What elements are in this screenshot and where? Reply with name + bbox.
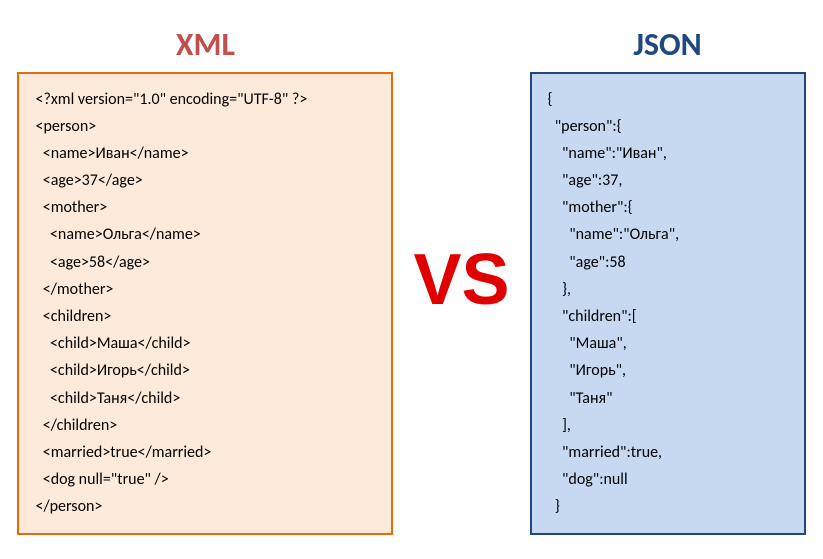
code-line: "married":true, (548, 439, 788, 466)
code-line: "age":37, (548, 167, 788, 194)
code-line: "name":"Иван", (548, 140, 788, 167)
code-line: <?xml version="1.0" encoding="UTF-8" ?> (35, 86, 375, 113)
code-line: </mother> (35, 276, 375, 303)
code-line: }, (548, 276, 788, 303)
code-line: <mother> (35, 194, 375, 221)
code-line: "person":{ (548, 113, 788, 140)
code-line: "Таня" (548, 385, 788, 412)
code-line: <child>Игорь</child> (35, 357, 375, 384)
xml-title: XML (176, 25, 235, 64)
json-title: JSON (633, 25, 701, 64)
code-line: "mother":{ (548, 194, 788, 221)
comparison-diagram: XML <?xml version="1.0" encoding="UTF-8"… (17, 25, 805, 535)
code-line: <name>Ольга</name> (35, 221, 375, 248)
vs-label: VS (403, 239, 519, 321)
code-line: <name>Иван</name> (35, 140, 375, 167)
code-line: "Маша", (548, 330, 788, 357)
code-line: <age>58</age> (35, 249, 375, 276)
code-line: <dog null="true" /> (35, 466, 375, 493)
code-line: <child>Маша</child> (35, 330, 375, 357)
code-line: "children":[ (548, 303, 788, 330)
code-line: <person> (35, 113, 375, 140)
code-line: </person> (35, 493, 375, 520)
code-line: "age":58 (548, 249, 788, 276)
json-code-panel: { "person":{ "name":"Иван", "age":37, "m… (530, 72, 806, 535)
code-line: <children> (35, 303, 375, 330)
code-line: <child>Таня</child> (35, 385, 375, 412)
code-line: <married>true</married> (35, 439, 375, 466)
code-line: ], (548, 412, 788, 439)
xml-column: XML <?xml version="1.0" encoding="UTF-8"… (17, 25, 393, 535)
code-line: "Игорь", (548, 357, 788, 384)
code-line: "dog":null (548, 466, 788, 493)
code-line: { (548, 86, 788, 113)
xml-code-panel: <?xml version="1.0" encoding="UTF-8" ?> … (17, 72, 393, 535)
code-line: </children> (35, 412, 375, 439)
code-line: <age>37</age> (35, 167, 375, 194)
code-line: "name":"Ольга", (548, 221, 788, 248)
code-line: } (548, 493, 788, 520)
json-column: JSON { "person":{ "name":"Иван", "age":3… (530, 25, 806, 535)
